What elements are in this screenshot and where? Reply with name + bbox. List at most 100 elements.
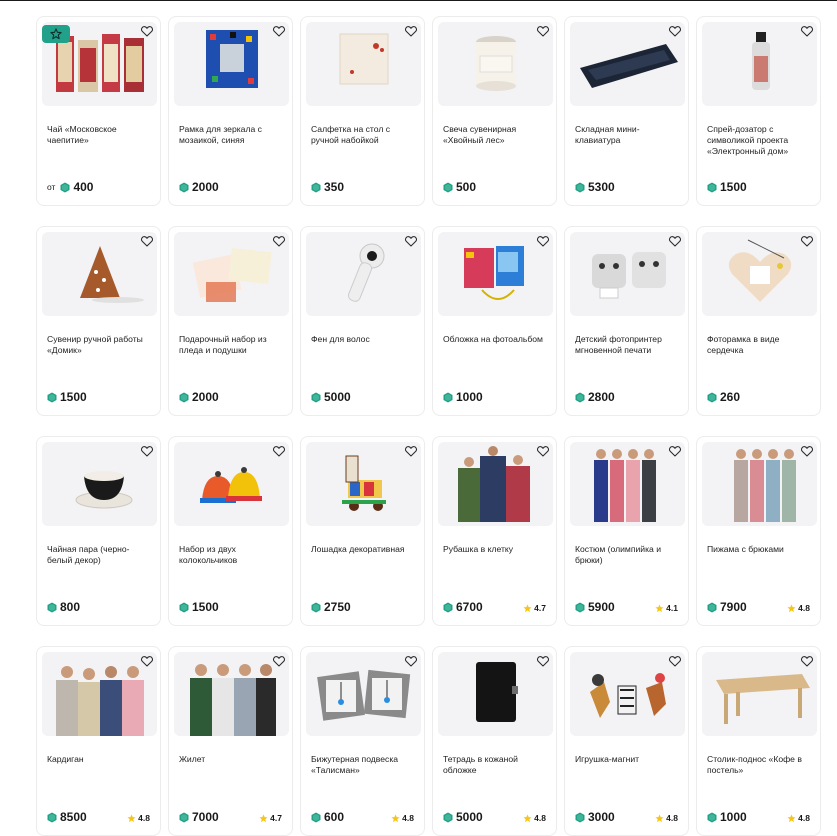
product-name[interactable]: Игрушка-магнит	[575, 754, 681, 765]
price-value: 2000	[192, 390, 219, 404]
heart-outline-icon[interactable]	[404, 234, 418, 248]
product-card[interactable]: Костюм (олимпийка и брюки) 5900 4.1	[564, 436, 689, 626]
product-card[interactable]: Чайная пара (черно-белый декор) 800	[36, 436, 161, 626]
product-name[interactable]: Рубашка в клетку	[443, 544, 549, 555]
heart-outline-icon[interactable]	[140, 654, 154, 668]
product-card[interactable]: Свеча сувенирная «Хвойный лес» 500	[432, 16, 557, 206]
product-price: 500	[443, 180, 476, 194]
product-name[interactable]: Свеча сувенирная «Хвойный лес»	[443, 124, 549, 146]
product-price: 2000	[179, 390, 219, 404]
product-card[interactable]: Обложка на фотоальбом 1000	[432, 226, 557, 416]
heart-outline-icon[interactable]	[536, 234, 550, 248]
coin-icon	[179, 182, 189, 193]
product-name[interactable]: Костюм (олимпийка и брюки)	[575, 544, 681, 566]
heart-outline-icon[interactable]	[668, 444, 682, 458]
coin-icon	[311, 182, 321, 193]
product-name[interactable]: Столик-поднос «Кофе в постель»	[707, 754, 813, 776]
coin-icon	[575, 182, 585, 193]
heart-outline-icon[interactable]	[800, 654, 814, 668]
heart-outline-icon[interactable]	[668, 654, 682, 668]
heart-outline-icon[interactable]	[140, 234, 154, 248]
product-card[interactable]: Набор из двух колокольчиков 1500	[168, 436, 293, 626]
heart-outline-icon[interactable]	[800, 24, 814, 38]
heart-outline-icon[interactable]	[404, 654, 418, 668]
product-card[interactable]: Подарочный набор из пледа и подушки 2000	[168, 226, 293, 416]
product-name[interactable]: Тетрадь в кожаной обложке	[443, 754, 549, 776]
heart-outline-icon[interactable]	[800, 234, 814, 248]
product-name[interactable]: Бижутерная подвеска «Талисман»	[311, 754, 417, 776]
coin-icon	[311, 392, 321, 403]
product-name[interactable]: Чайная пара (черно-белый декор)	[47, 544, 153, 566]
star-icon	[655, 813, 664, 823]
product-card[interactable]: Чай «Московское чаепитие» от 400	[36, 16, 161, 206]
product-price: 800	[47, 600, 80, 614]
rating-value: 4.8	[402, 813, 414, 823]
price-from-label: от	[47, 182, 56, 192]
product-name[interactable]: Спрей-дозатор с символикой проекта «Элек…	[707, 124, 813, 157]
product-name[interactable]: Подарочный набор из пледа и подушки	[179, 334, 285, 356]
product-card[interactable]: Тетрадь в кожаной обложке 5000 4.8	[432, 646, 557, 836]
product-card[interactable]: Рамка для зеркала с мозаикой, синяя 2000	[168, 16, 293, 206]
product-card[interactable]: Столик-поднос «Кофе в постель» 1000 4.8	[696, 646, 821, 836]
product-name[interactable]: Рамка для зеркала с мозаикой, синяя	[179, 124, 285, 146]
product-card[interactable]: Фен для волос 5000	[300, 226, 425, 416]
product-rating: 4.8	[391, 813, 414, 823]
product-card[interactable]: Пижама с брюками 7900 4.8	[696, 436, 821, 626]
product-card[interactable]: Лошадка декоративная 2750	[300, 436, 425, 626]
heart-outline-icon[interactable]	[668, 24, 682, 38]
coin-icon	[707, 602, 717, 613]
heart-outline-icon[interactable]	[800, 444, 814, 458]
heart-outline-icon[interactable]	[404, 444, 418, 458]
coin-icon	[575, 392, 585, 403]
product-card[interactable]: Салфетка на стол с ручной набойкой 350	[300, 16, 425, 206]
product-name[interactable]: Пижама с брюками	[707, 544, 813, 555]
heart-outline-icon[interactable]	[272, 24, 286, 38]
product-card[interactable]: Фоторамка в виде сердечка 260	[696, 226, 821, 416]
product-name[interactable]: Складная мини-клавиатура	[575, 124, 681, 146]
product-rating: 4.8	[523, 813, 546, 823]
product-card[interactable]: Кардиган 8500 4.8	[36, 646, 161, 836]
product-card[interactable]: Рубашка в клетку 6700 4.7	[432, 436, 557, 626]
price-value: 350	[324, 180, 345, 194]
product-card[interactable]: Складная мини-клавиатура 5300	[564, 16, 689, 206]
rating-value: 4.8	[534, 813, 546, 823]
heart-outline-icon[interactable]	[140, 24, 154, 38]
product-name[interactable]: Сувенир ручной работы «Домик»	[47, 334, 153, 356]
product-card[interactable]: Спрей-дозатор с символикой проекта «Элек…	[696, 16, 821, 206]
coin-icon	[443, 602, 453, 613]
product-price: 2000	[179, 180, 219, 194]
product-name[interactable]: Чай «Московское чаепитие»	[47, 124, 153, 146]
product-price: 1500	[179, 600, 219, 614]
price-value: 400	[73, 180, 94, 194]
product-card[interactable]: Жилет 7000 4.7	[168, 646, 293, 836]
product-price: 5300	[575, 180, 615, 194]
product-price: от 400	[47, 180, 93, 194]
star-icon	[655, 603, 664, 613]
heart-outline-icon[interactable]	[272, 654, 286, 668]
heart-outline-icon[interactable]	[668, 234, 682, 248]
heart-outline-icon[interactable]	[140, 444, 154, 458]
price-value: 6700	[456, 600, 483, 614]
price-value: 7000	[192, 810, 219, 824]
product-name[interactable]: Жилет	[179, 754, 285, 765]
product-name[interactable]: Кардиган	[47, 754, 153, 765]
star-icon	[391, 813, 400, 823]
product-name[interactable]: Обложка на фотоальбом	[443, 334, 549, 345]
product-card[interactable]: Детский фотопринтер мгновенной печати 280…	[564, 226, 689, 416]
product-card[interactable]: Сувенир ручной работы «Домик» 1500	[36, 226, 161, 416]
heart-outline-icon[interactable]	[536, 24, 550, 38]
heart-outline-icon[interactable]	[272, 234, 286, 248]
heart-outline-icon[interactable]	[536, 444, 550, 458]
heart-outline-icon[interactable]	[404, 24, 418, 38]
product-name[interactable]: Салфетка на стол с ручной набойкой	[311, 124, 417, 146]
product-name[interactable]: Набор из двух колокольчиков	[179, 544, 285, 566]
product-card[interactable]: Игрушка-магнит 3000 4.8	[564, 646, 689, 836]
product-name[interactable]: Лошадка декоративная	[311, 544, 417, 555]
coin-icon	[443, 392, 453, 403]
product-card[interactable]: Бижутерная подвеска «Талисман» 600 4.8	[300, 646, 425, 836]
heart-outline-icon[interactable]	[272, 444, 286, 458]
product-name[interactable]: Фен для волос	[311, 334, 417, 345]
product-name[interactable]: Детский фотопринтер мгновенной печати	[575, 334, 681, 356]
product-name[interactable]: Фоторамка в виде сердечка	[707, 334, 813, 356]
heart-outline-icon[interactable]	[536, 654, 550, 668]
